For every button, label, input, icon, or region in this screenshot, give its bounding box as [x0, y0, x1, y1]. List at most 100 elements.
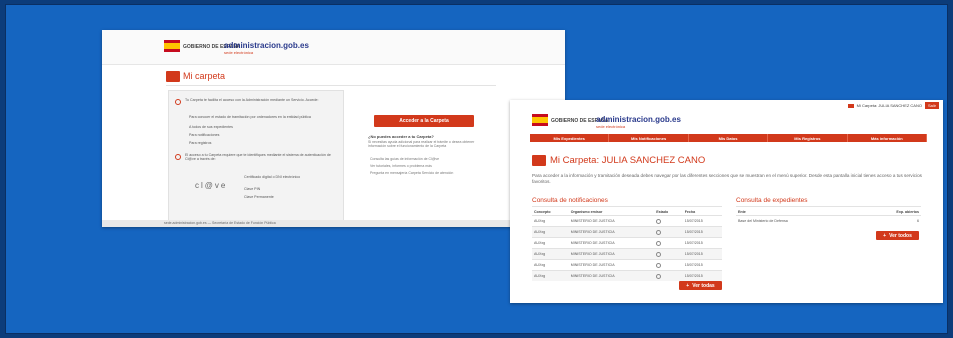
cell-organismo: MINISTERIO DE JUSTICIA	[568, 270, 655, 281]
clave-option[interactable]: Clave PIN	[244, 187, 304, 191]
clock-icon	[656, 262, 662, 268]
nav-item-datos[interactable]: Mis Datos	[689, 134, 769, 142]
main-nav: Mis Expedientes Mis Notificaciones Mis D…	[530, 134, 928, 142]
clave-option[interactable]: Clave Permanente	[244, 195, 304, 199]
folder-icon	[532, 155, 546, 166]
expedientes-title: Consulta de expedientes	[736, 197, 808, 204]
panel-text-2: El acceso a tu Carpeta requiere que te i…	[185, 153, 331, 162]
spain-flag-icon	[532, 114, 548, 126]
table-row[interactable]: AUXxg MINISTERIO DE JUSTICIA 15/07/2015	[532, 237, 722, 249]
table-row[interactable]: AUXxg MINISTERIO DE JUSTICIA 15/07/2015	[532, 259, 722, 271]
warning-icon	[175, 99, 181, 105]
site-footer: sede.administracion.gob.es — Secretaría …	[102, 220, 565, 227]
cell-concepto: AUXxg	[532, 215, 569, 227]
plus-icon: +	[686, 282, 690, 289]
user-bar: Mi Carpeta: JULIA SANCHEZ CANO Salir	[847, 102, 939, 109]
table-row[interactable]: AUXxg MINISTERIO DE JUSTICIA 15/07/2015	[532, 215, 722, 227]
side-link[interactable]: Pregunta en mensajería Carpeta Servicio …	[370, 171, 453, 175]
clock-icon	[656, 229, 662, 235]
warning-icon	[175, 154, 181, 160]
cell-concepto: AUXxg	[532, 248, 569, 260]
column-header: Concepto	[534, 209, 551, 214]
table-row[interactable]: AUXxg MINISTERIO DE JUSTICIA 15/07/2015	[532, 270, 722, 281]
sede-name: administracion.gob.es	[224, 41, 309, 50]
table-row[interactable]: AUXxg MINISTERIO DE JUSTICIA 15/07/2015	[532, 226, 722, 238]
cell-organismo: MINISTERIO DE JUSTICIA	[568, 226, 655, 238]
clave-logo: cl@ve	[195, 181, 228, 190]
table-row[interactable]: AUXxg MINISTERIO DE JUSTICIA 15/07/2015	[532, 248, 722, 260]
expedientes-table: Ente Exp. abiertos Base del Ministerio d…	[736, 208, 921, 226]
screenshot-mi-carpeta-dashboard: GOBIERNO DE ESPAÑA administracion.gob.es…	[510, 100, 943, 303]
column-header: Fecha	[684, 209, 696, 214]
panel-text-1: Tu Carpeta te facilita el acceso con la …	[185, 98, 319, 102]
panel-item: A todos de sus expedientes	[189, 125, 233, 129]
cell-organismo: MINISTERIO DE JUSTICIA	[568, 248, 655, 260]
nav-item-notificaciones[interactable]: Mis Notificaciones	[609, 134, 689, 142]
panel-item: Para registros	[189, 141, 212, 145]
user-label: Mi Carpeta: JULIA SANCHEZ CANO	[856, 103, 922, 108]
clock-icon	[656, 218, 662, 224]
screenshot-mi-carpeta-login: GOBIERNO DE ESPAÑA administracion.gob.es…	[102, 30, 565, 227]
side-link[interactable]: Consulta las guías de información de Cl@…	[370, 157, 439, 161]
intro-text: Para acceder a la información y tramitac…	[532, 173, 922, 184]
table-row[interactable]: Base del Ministerio de Defensa 6	[736, 215, 921, 226]
cell-estado	[654, 237, 683, 249]
clave-option[interactable]: Certificado digital o DNI electrónico	[244, 175, 304, 179]
sede-name: administracion.gob.es	[596, 115, 681, 124]
cell-fecha: 15/07/2015	[682, 270, 722, 281]
nav-item-mas-informacion[interactable]: Más información	[848, 134, 928, 142]
cell-estado	[654, 259, 683, 271]
plus-icon: +	[883, 232, 887, 239]
spain-flag-icon	[164, 40, 180, 52]
view-all-notifications-button[interactable]: + Ver todas	[679, 281, 722, 290]
panel-item: Para notificaciones	[189, 133, 220, 137]
notifications-title: Consulta de notificaciones	[532, 197, 608, 204]
nav-item-expedientes[interactable]: Mis Expedientes	[530, 134, 610, 142]
footer-text: sede.administracion.gob.es — Secretaría …	[164, 221, 276, 225]
view-all-label: Ver todos	[889, 232, 912, 239]
sede-logo[interactable]: administracion.gob.es sede electrónica	[224, 41, 309, 55]
cell-organismo: MINISTERIO DE JUSTICIA	[568, 259, 655, 271]
cell-concepto: AUXxg	[532, 259, 569, 271]
cell-fecha: 15/07/2015	[682, 259, 722, 271]
panel-item: Para conocer el estado de tramitación po…	[189, 115, 311, 119]
cell-fecha: 15/07/2015	[682, 237, 722, 249]
cell-estado	[654, 226, 683, 238]
cell-concepto: AUXxg	[532, 237, 569, 249]
cell-ente: Base del Ministerio de Defensa	[736, 215, 860, 226]
access-folder-button[interactable]: Acceder a la Carpeta	[374, 115, 474, 127]
column-header: Ente	[738, 209, 746, 214]
exit-button[interactable]: Salir	[924, 102, 939, 109]
sede-sub: sede electrónica	[224, 50, 254, 55]
cell-estado	[654, 215, 683, 227]
sede-sub: sede electrónica	[596, 124, 626, 129]
clock-icon	[656, 251, 662, 257]
sede-logo[interactable]: administracion.gob.es sede electrónica	[596, 115, 681, 129]
nav-item-registros[interactable]: Mis Registros	[768, 134, 848, 142]
title-divider	[166, 85, 496, 86]
side-link[interactable]: Ver tutoriales, informes o problema más	[370, 164, 432, 168]
section-divider	[736, 206, 921, 207]
site-header: GOBIERNO DE ESPAÑA administracion.gob.es…	[102, 30, 565, 65]
page-title: Mi carpeta	[183, 71, 226, 81]
cell-concepto: AUXxg	[532, 226, 569, 238]
folder-icon	[166, 71, 180, 82]
cell-estado	[654, 248, 683, 260]
cell-count: 6	[859, 215, 921, 226]
info-panel: Tu Carpeta te facilita el acceso con la …	[168, 90, 344, 223]
section-divider	[532, 206, 722, 207]
cell-concepto: AUXxg	[532, 270, 569, 281]
column-header: Organismo emisor	[570, 209, 603, 214]
cell-fecha: 15/07/2015	[682, 215, 722, 227]
clock-icon	[656, 240, 662, 246]
side-question: ¿No puedes acceder a tu Carpeta?	[368, 134, 434, 139]
view-all-label: Ver todas	[692, 282, 715, 289]
column-header: Exp. abiertos	[896, 209, 919, 214]
cell-fecha: 15/07/2015	[682, 248, 722, 260]
page-title: Mi Carpeta: JULIA SANCHEZ CANO	[550, 155, 706, 166]
view-all-expedientes-button[interactable]: + Ver todos	[876, 231, 919, 240]
clock-icon	[656, 273, 662, 279]
cell-fecha: 15/07/2015	[682, 226, 722, 238]
cell-organismo: MINISTERIO DE JUSTICIA	[568, 237, 655, 249]
slide-background: GOBIERNO DE ESPAÑA administracion.gob.es…	[5, 4, 948, 334]
